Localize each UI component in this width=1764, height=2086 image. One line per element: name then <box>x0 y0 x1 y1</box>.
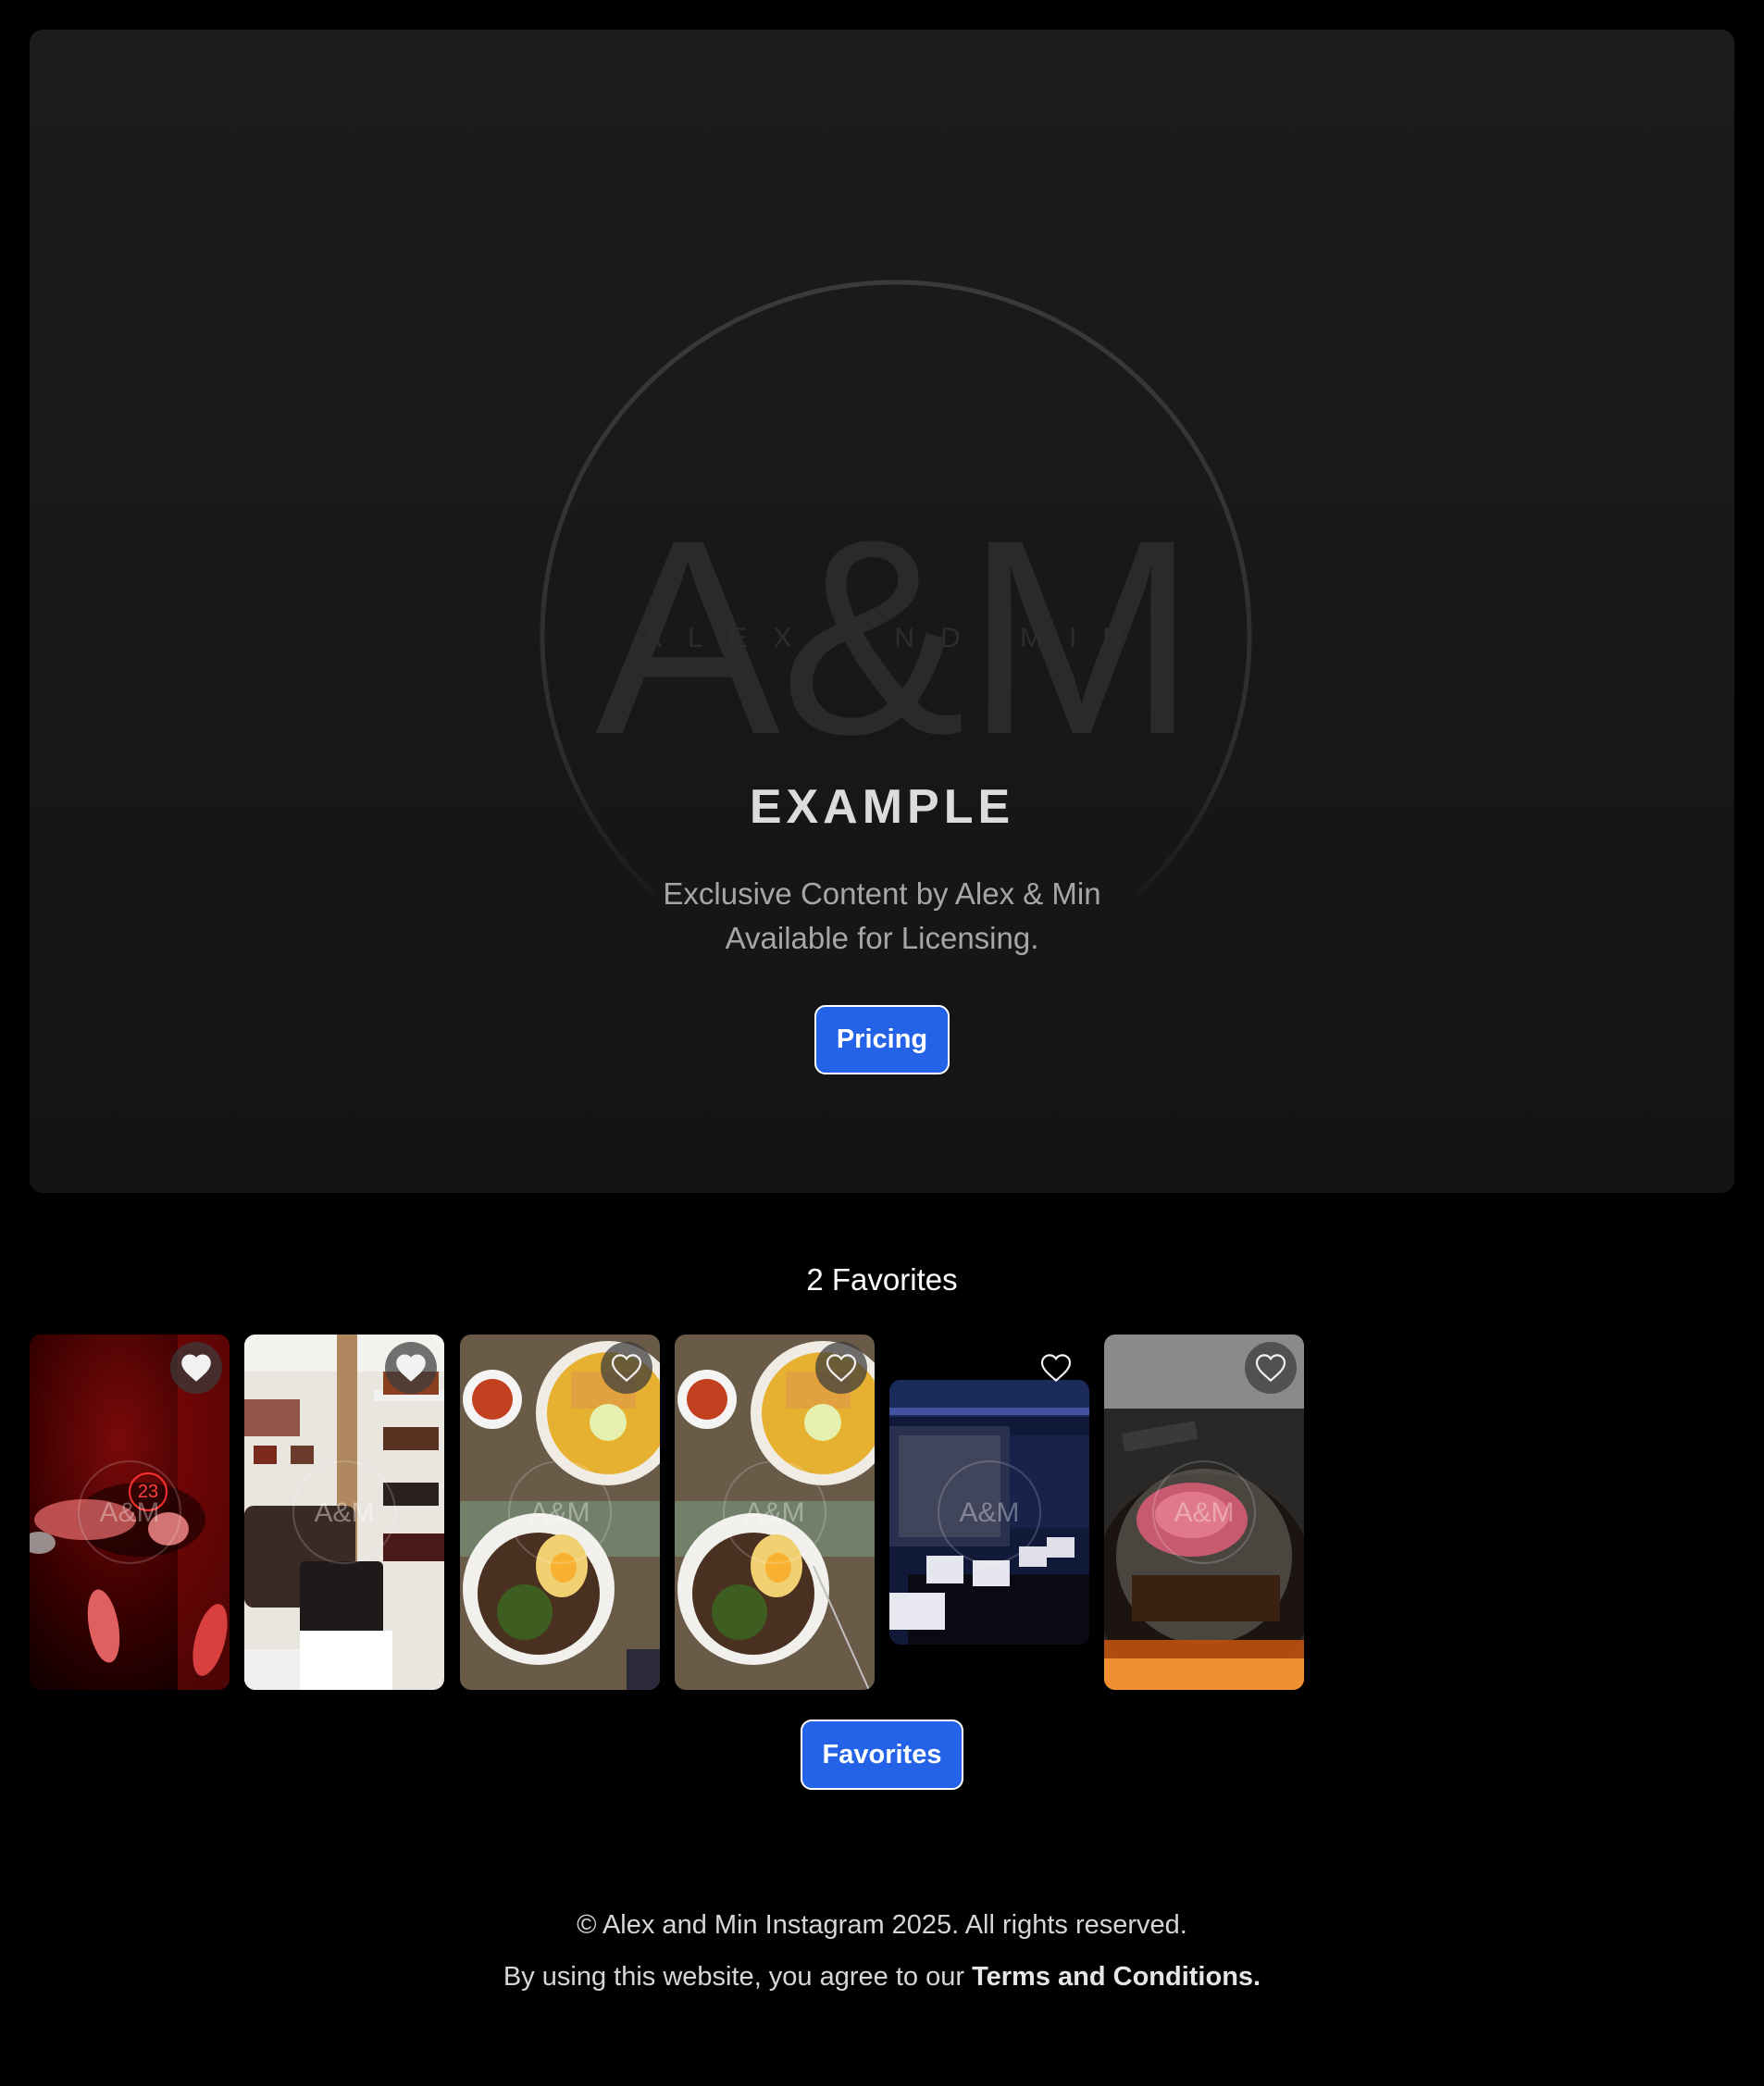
logo-ring-text: ALEX AND MIN <box>643 623 1149 653</box>
pricing-button[interactable]: Pricing <box>814 1005 950 1074</box>
watermark-icon: A&M <box>938 1460 1041 1564</box>
favorites-button[interactable]: Favorites <box>801 1720 963 1790</box>
terms-notice: By using this website, you agree to our … <box>0 1962 1764 1993</box>
gallery-item-5[interactable]: A&M <box>889 1380 1089 1645</box>
favorites-count-heading: 2 Favorites <box>806 1262 958 1297</box>
hero-subtitle-line1: Exclusive Content by Alex & Min <box>663 876 1101 911</box>
favorite-heart-icon[interactable] <box>385 1342 437 1394</box>
favorite-heart-outline-icon[interactable] <box>1245 1342 1297 1394</box>
gallery-item-4[interactable]: A&M <box>675 1335 875 1690</box>
svg-text:A&M: A&M <box>314 1497 374 1528</box>
hero-title: EXAMPLE <box>749 780 1015 834</box>
favorite-heart-outline-icon[interactable] <box>601 1342 652 1394</box>
svg-text:A&M: A&M <box>529 1497 590 1528</box>
hero-subtitle-line2: Available for Licensing. <box>725 921 1039 955</box>
copyright-text: © Alex and Min Instagram 2025. All right… <box>577 1910 1187 1940</box>
svg-text:A&M: A&M <box>959 1497 1019 1528</box>
terms-notice-text: By using this website, you agree to our <box>503 1962 973 1992</box>
gallery-item-2[interactable]: A&M <box>244 1335 444 1690</box>
gallery-item-3[interactable]: A&M <box>460 1335 660 1690</box>
terms-link[interactable]: Terms and Conditions. <box>972 1962 1261 1992</box>
svg-text:A&M: A&M <box>1174 1497 1234 1528</box>
svg-text:A&M: A&M <box>744 1497 804 1528</box>
gallery-item-6[interactable]: A&M <box>1104 1335 1304 1690</box>
svg-text:A&M: A&M <box>99 1497 159 1528</box>
gallery-item-1[interactable]: 23 A&M <box>30 1335 230 1690</box>
favorite-heart-icon[interactable] <box>170 1342 222 1394</box>
favorite-heart-outline-icon[interactable] <box>815 1342 867 1394</box>
favorite-heart-outline-icon[interactable] <box>1030 1342 1082 1394</box>
